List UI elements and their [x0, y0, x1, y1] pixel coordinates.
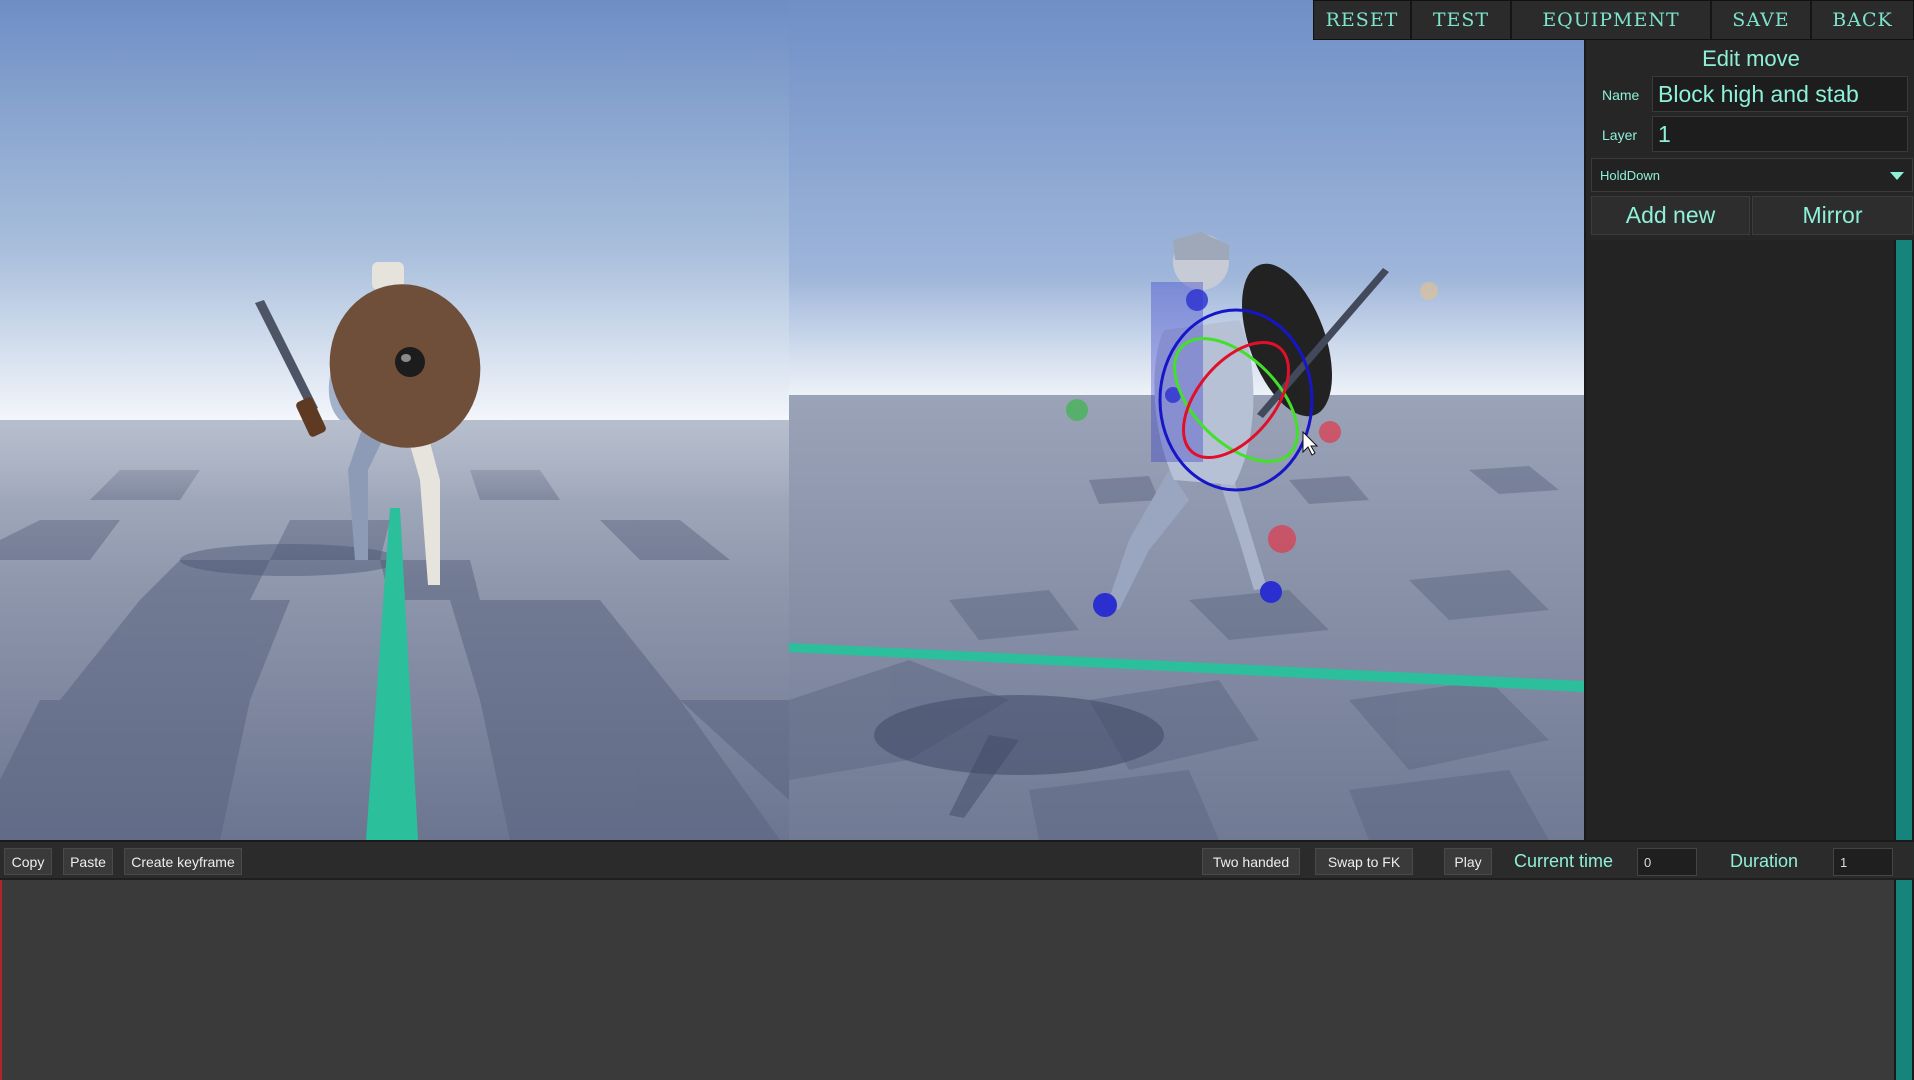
animation-editor: RESET TEST EQUIPMENT SAVE BACK Edit move… — [0, 0, 1914, 1080]
test-button[interactable]: TEST — [1412, 1, 1512, 39]
duration-label: Duration — [1730, 851, 1799, 871]
add-new-button[interactable]: Add new — [1591, 196, 1750, 235]
timeline-scrollbar-thumb[interactable] — [1896, 880, 1912, 1080]
top-menu: RESET TEST EQUIPMENT SAVE BACK — [1313, 0, 1914, 40]
reset-button[interactable]: RESET — [1314, 1, 1412, 39]
mirror-button[interactable]: Mirror — [1752, 196, 1913, 235]
current-time-input[interactable] — [1637, 848, 1697, 876]
duration-input[interactable] — [1833, 848, 1893, 876]
name-input[interactable] — [1652, 76, 1908, 112]
edit-move-panel: Edit move Name Layer HoldDown Add new Mi… — [1584, 40, 1914, 840]
viewport-back-view[interactable] — [0, 0, 789, 840]
play-button[interactable]: Play — [1444, 848, 1492, 875]
layer-label: Layer — [1602, 127, 1638, 143]
keyframe-list[interactable] — [1586, 240, 1894, 840]
back-button[interactable]: BACK — [1812, 1, 1913, 39]
panel-title: Edit move — [1702, 46, 1800, 71]
edit-view-scene — [789, 0, 1584, 840]
back-view-scene — [0, 0, 789, 840]
copy-button[interactable]: Copy — [4, 848, 52, 875]
create-keyframe-button[interactable]: Create keyframe — [124, 848, 242, 875]
paste-button[interactable]: Paste — [63, 848, 113, 875]
equipment-button[interactable]: EQUIPMENT — [1512, 1, 1712, 39]
save-button[interactable]: SAVE — [1712, 1, 1812, 39]
name-label: Name — [1602, 87, 1640, 103]
panel-scrollbar-thumb[interactable] — [1896, 240, 1912, 840]
timeline-toolbar: Copy Paste Create keyframe Two handed Sw… — [0, 840, 1914, 880]
playhead[interactable] — [0, 880, 2, 1080]
timeline-scrollbar[interactable] — [1894, 880, 1914, 1080]
current-time-label: Current time — [1514, 851, 1614, 871]
viewport-edit-view[interactable] — [789, 0, 1584, 840]
panel-scrollbar[interactable] — [1894, 240, 1914, 840]
layer-input[interactable] — [1652, 116, 1908, 152]
chevron-down-icon — [1890, 172, 1904, 180]
swap-to-fk-button[interactable]: Swap to FK — [1315, 848, 1413, 875]
hold-mode-dropdown[interactable]: HoldDown — [1591, 158, 1913, 192]
timeline-track-area[interactable] — [0, 880, 1914, 1080]
hold-mode-value: HoldDown — [1600, 167, 1660, 183]
two-handed-button[interactable]: Two handed — [1202, 848, 1300, 875]
